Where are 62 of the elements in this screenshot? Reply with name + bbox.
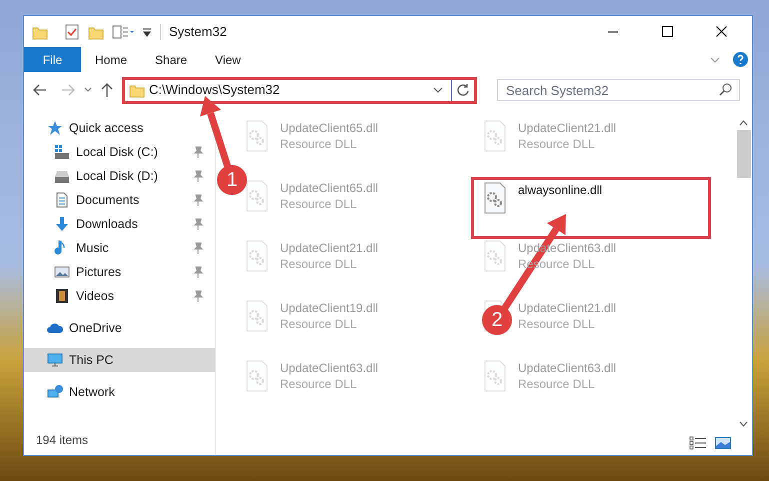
- file-type: Resource DLL: [280, 136, 358, 152]
- close-icon[interactable]: [716, 26, 726, 37]
- file-name: alwaysonline.dll: [518, 182, 602, 198]
- ribbon-tab[interactable]: View: [201, 47, 255, 72]
- file-type: Resource DLL: [518, 316, 596, 332]
- drive-c-icon: [54, 144, 70, 160]
- file-type: Resource DLL: [280, 316, 358, 332]
- sidebar-item[interactable]: Pictures: [24, 260, 215, 284]
- up-icon: [100, 82, 114, 98]
- sidebar-item[interactable]: Quick access: [24, 116, 215, 140]
- sidebar-item[interactable]: Documents: [24, 188, 215, 212]
- file-name: UpdateClient21.dll: [280, 240, 378, 256]
- chevron-icon: [433, 85, 443, 95]
- file-name: UpdateClient63.dll: [518, 360, 616, 376]
- ribbon-tab[interactable]: Home: [81, 47, 142, 72]
- file-name: UpdateClient63.dll: [280, 360, 378, 376]
- pc-icon: [47, 352, 63, 368]
- maximize-icon[interactable]: [662, 26, 672, 37]
- sidebar-item[interactable]: Network: [24, 380, 215, 404]
- caret-icon: [84, 86, 92, 94]
- scrollbar-thumb[interactable]: [736, 130, 750, 178]
- file-name: UpdateClient65.dll: [280, 180, 378, 196]
- drive-icon: [54, 168, 70, 184]
- highlighted-file-item[interactable]: alwaysonline.dll: [474, 180, 708, 236]
- properties-icon: [112, 24, 134, 40]
- file-name: UpdateClient65.dll: [280, 120, 378, 136]
- network-icon: [47, 384, 63, 400]
- forward-icon: [60, 82, 76, 98]
- file-type: Resource DLL: [518, 376, 596, 392]
- picture-icon: [54, 264, 70, 280]
- details-view-icon: [689, 436, 707, 450]
- file-type: Resource DLL: [518, 136, 596, 152]
- video-icon: [54, 288, 70, 304]
- large-icons-view-icon: [715, 437, 731, 449]
- refresh-icon: [456, 83, 470, 97]
- sidebar-item[interactable]: This PC: [24, 348, 215, 372]
- window-title: System32: [169, 22, 227, 41]
- help-icon: [733, 52, 748, 67]
- star-icon: [47, 120, 63, 136]
- sidebar-item[interactable]: Videos: [24, 284, 215, 308]
- search-field[interactable]: Search System32: [497, 79, 740, 101]
- dropdown-icon: [142, 26, 152, 36]
- ribbon-tab[interactable]: Share: [141, 47, 202, 72]
- file-name: UpdateClient21.dll: [518, 120, 616, 136]
- file-name: UpdateClient19.dll: [280, 300, 378, 316]
- item-count: 194 items: [35, 432, 90, 449]
- download-icon: [54, 216, 70, 232]
- checklist-icon: [64, 24, 80, 40]
- back-icon: [32, 82, 48, 98]
- search-icon: [719, 83, 732, 96]
- file-type: Resource DLL: [280, 196, 358, 212]
- sidebar-item[interactable]: Downloads: [24, 212, 215, 236]
- minimize-icon[interactable]: [608, 30, 618, 32]
- file-type: Resource DLL: [280, 376, 358, 392]
- file-type: Resource DLL: [280, 256, 358, 272]
- sidebar-item[interactable]: OneDrive: [24, 316, 215, 340]
- address-field[interactable]: C:\Windows\System32: [122, 76, 477, 104]
- sidebar-item[interactable]: Music: [24, 236, 215, 260]
- sidebar-item[interactable]: Local Disk (D:): [24, 164, 215, 188]
- document-icon: [54, 192, 70, 208]
- sidebar-item[interactable]: Local Disk (C:): [24, 140, 215, 164]
- file-name: UpdateClient21.dll: [518, 300, 616, 316]
